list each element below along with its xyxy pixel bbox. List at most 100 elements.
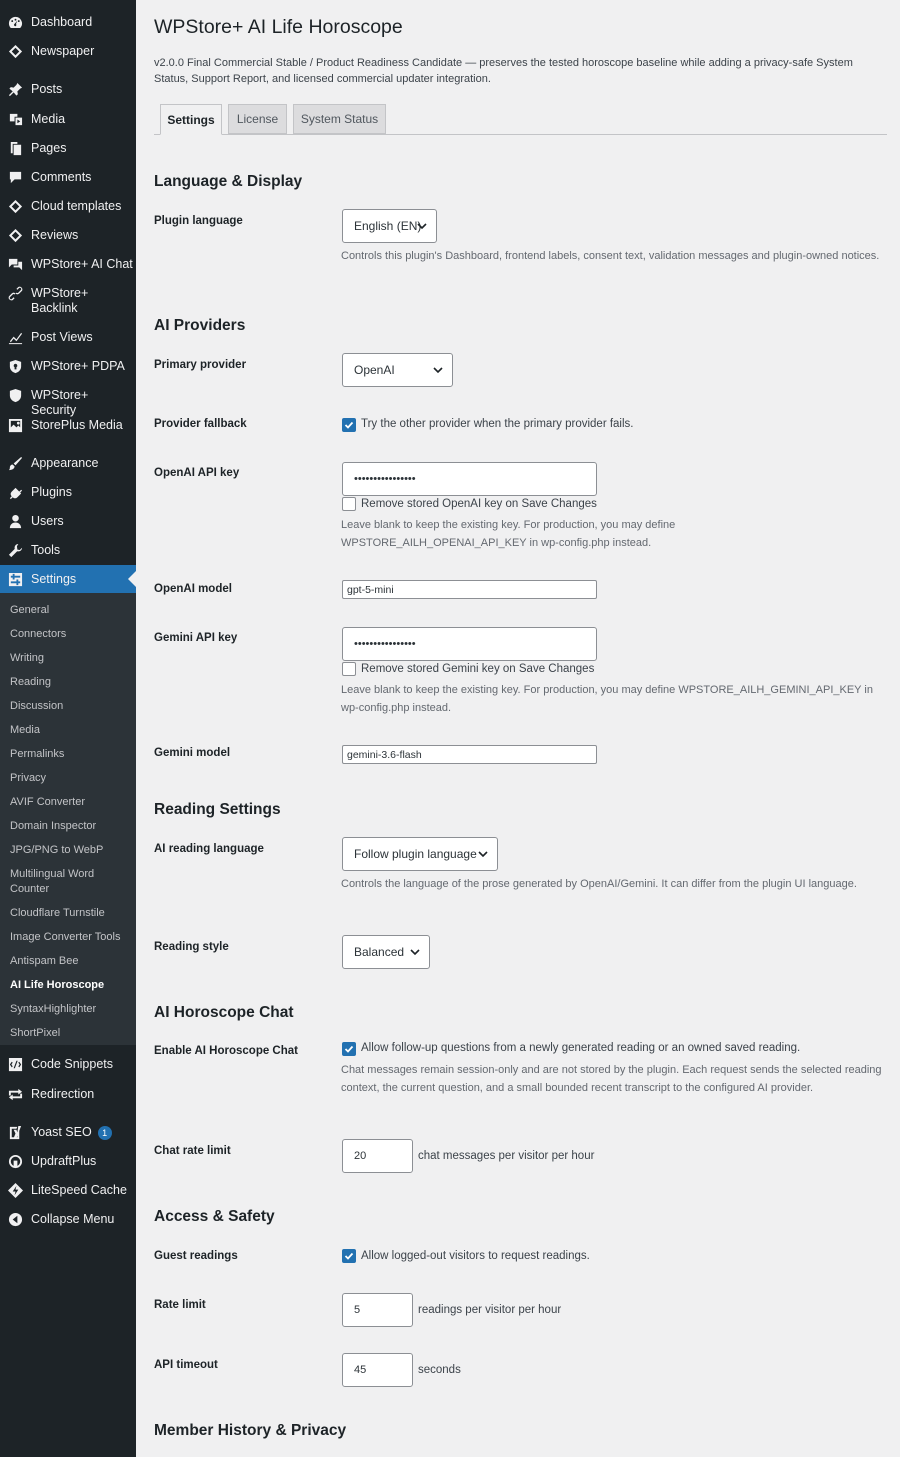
sidebar-item-users[interactable]: Users (0, 513, 136, 529)
sidebar-item-label: WPStore+ Backlink (31, 286, 89, 315)
gemini-api-key-label: Gemini API key (154, 632, 238, 644)
submenu-reading[interactable]: Reading (10, 675, 130, 690)
section-reading-settings: Reading Settings (154, 801, 281, 818)
section-language-display: Language & Display (154, 173, 303, 190)
chat-rate-limit-suffix: chat messages per visitor per hour (418, 1150, 595, 1162)
comment-icon (7, 169, 23, 185)
submenu-permalinks[interactable]: Permalinks (10, 747, 130, 762)
sidebar-item-plugins[interactable]: Plugins (0, 484, 136, 500)
tab-settings[interactable]: Settings (160, 104, 222, 135)
submenu-cloudflare-turnstile[interactable]: Cloudflare Turnstile (10, 906, 130, 921)
guest-readings-checkbox[interactable] (342, 1249, 356, 1263)
ai-reading-language-value: Follow plugin language (354, 847, 477, 861)
sidebar-item-label: Plugins (31, 485, 72, 499)
sidebar-item-code-snippets[interactable]: Code Snippets (0, 1056, 136, 1072)
tab-license[interactable]: License (228, 104, 287, 134)
sidebar-item-appearance[interactable]: Appearance (0, 455, 136, 471)
api-timeout-input[interactable]: 45 (342, 1353, 413, 1387)
remove-openai-key-checkbox[interactable] (342, 497, 356, 511)
gemini-api-key-input[interactable]: •••••••••••••••• (342, 627, 597, 661)
sidebar-item-tools[interactable]: Tools (0, 542, 136, 558)
openai-api-key-input[interactable]: •••••••••••••••• (342, 462, 597, 496)
remove-gemini-key-checkbox[interactable] (342, 662, 356, 676)
provider-fallback-checkbox[interactable] (342, 418, 356, 432)
provider-fallback-text: Try the other provider when the primary … (361, 418, 634, 430)
section-member-history-privacy: Member History & Privacy (154, 1422, 347, 1439)
chat-rate-limit-input[interactable]: 20 (342, 1139, 413, 1173)
newspaper-diamond-icon (7, 43, 23, 59)
sidebar-item-label: StorePlus Media (31, 418, 123, 432)
gemini-model-input[interactable]: gemini-3.6-flash (342, 745, 597, 764)
redirect-icon (7, 1086, 23, 1102)
updraft-icon (7, 1153, 23, 1169)
submenu-general[interactable]: General (10, 603, 130, 618)
primary-provider-select[interactable]: OpenAI (342, 353, 453, 387)
ai-reading-language-help: Controls the language of the prose gener… (341, 878, 857, 890)
rate-limit-input[interactable]: 5 (342, 1293, 413, 1327)
enable-chat-checkbox[interactable] (342, 1042, 356, 1056)
sidebar-item-newspaper[interactable]: Newspaper (0, 43, 136, 59)
page-description: v2.0.0 Final Commercial Stable / Product… (154, 57, 853, 85)
plugin-language-label: Plugin language (154, 215, 243, 227)
collapse-menu-button[interactable]: Collapse Menu (0, 1211, 136, 1227)
submenu-jpg-png-to-webp[interactable]: JPG/PNG to WebP (10, 843, 130, 858)
sidebar-item-yoast-seo[interactable]: Yoast SEO 1 (0, 1124, 136, 1140)
diamond-icon (7, 198, 23, 214)
sidebar-item-label: Comments (31, 170, 92, 184)
section-access-safety: Access & Safety (154, 1208, 275, 1225)
submenu-image-converter-tools[interactable]: Image Converter Tools (10, 930, 130, 945)
submenu-media[interactable]: Media (10, 723, 130, 738)
sidebar-item-updraftplus[interactable]: UpdraftPlus (0, 1153, 136, 1169)
plugin-language-select[interactable]: English (EN) (342, 209, 437, 243)
sidebar-item-comments[interactable]: Comments (0, 169, 136, 185)
litespeed-icon (7, 1182, 23, 1198)
primary-provider-label: Primary provider (154, 359, 247, 371)
sidebar-item-label: Pages (31, 141, 67, 155)
admin-sidebar: Dashboard Newspaper Posts Media Pages Co… (0, 0, 136, 1457)
sidebar-item-cloud-templates[interactable]: Cloud templates (0, 198, 136, 214)
sidebar-item-post-views[interactable]: Post Views (0, 329, 136, 345)
ai-reading-language-select[interactable]: Follow plugin language (342, 837, 498, 871)
sidebar-item-posts[interactable]: Posts (0, 81, 136, 97)
shield-icon (7, 358, 23, 374)
submenu-privacy[interactable]: Privacy (10, 771, 130, 786)
sidebar-item-pages[interactable]: Pages (0, 140, 136, 156)
sidebar-item-label: WPStore+ AI Chat (31, 257, 133, 271)
submenu-ai-life-horoscope[interactable]: AI Life Horoscope (10, 978, 130, 993)
provider-fallback-label: Provider fallback (154, 418, 247, 430)
sidebar-item-pdpa[interactable]: WPStore+ PDPA (0, 358, 136, 374)
sidebar-item-backlink[interactable]: WPStore+ Backlink (0, 285, 136, 316)
ai-reading-language-label: AI reading language (154, 843, 264, 855)
submenu-writing[interactable]: Writing (10, 651, 130, 666)
chat-rate-limit-label: Chat rate limit (154, 1145, 231, 1157)
sidebar-item-label: Tools (31, 543, 61, 557)
submenu-avif-converter[interactable]: AVIF Converter (10, 795, 130, 810)
enable-chat-text: Allow follow-up questions from a newly g… (361, 1042, 801, 1054)
sidebar-item-settings[interactable]: Settings (0, 565, 136, 593)
submenu-connectors[interactable]: Connectors (10, 627, 130, 642)
sidebar-item-reviews[interactable]: Reviews (0, 227, 136, 243)
submenu-multilingual-word-counter[interactable]: Multilingual Word Counter (10, 867, 115, 897)
sidebar-item-redirection[interactable]: Redirection (0, 1086, 136, 1102)
submenu-syntaxhighlighter[interactable]: SyntaxHighlighter (10, 1002, 130, 1017)
submenu-discussion[interactable]: Discussion (10, 699, 130, 714)
settings-icon (7, 571, 23, 587)
sidebar-item-security[interactable]: WPStore+ Security (0, 387, 136, 418)
collapse-icon (7, 1211, 23, 1227)
submenu-antispam-bee[interactable]: Antispam Bee (10, 954, 130, 969)
sidebar-item-label: Yoast SEO 1 (31, 1124, 112, 1140)
sidebar-item-litespeed-cache[interactable]: LiteSpeed Cache (0, 1182, 136, 1198)
plugin-language-value: English (EN) (354, 219, 422, 233)
sidebar-item-dashboard[interactable]: Dashboard (0, 14, 136, 30)
openai-api-key-label: OpenAI API key (154, 467, 240, 479)
tab-system-status[interactable]: System Status (293, 104, 386, 134)
openai-model-input[interactable]: gpt-5-mini (342, 580, 597, 599)
shield-icon (7, 387, 23, 403)
sidebar-item-ai-chat[interactable]: WPStore+ AI Chat (0, 256, 136, 272)
submenu-shortpixel[interactable]: ShortPixel (10, 1026, 130, 1041)
checkmark-icon (344, 1045, 354, 1053)
sidebar-item-media[interactable]: Media (0, 111, 136, 127)
submenu-domain-inspector[interactable]: Domain Inspector (10, 819, 130, 834)
reading-style-select[interactable]: Balanced (342, 935, 430, 969)
sidebar-item-storeplus-media[interactable]: StorePlus Media (0, 417, 136, 433)
